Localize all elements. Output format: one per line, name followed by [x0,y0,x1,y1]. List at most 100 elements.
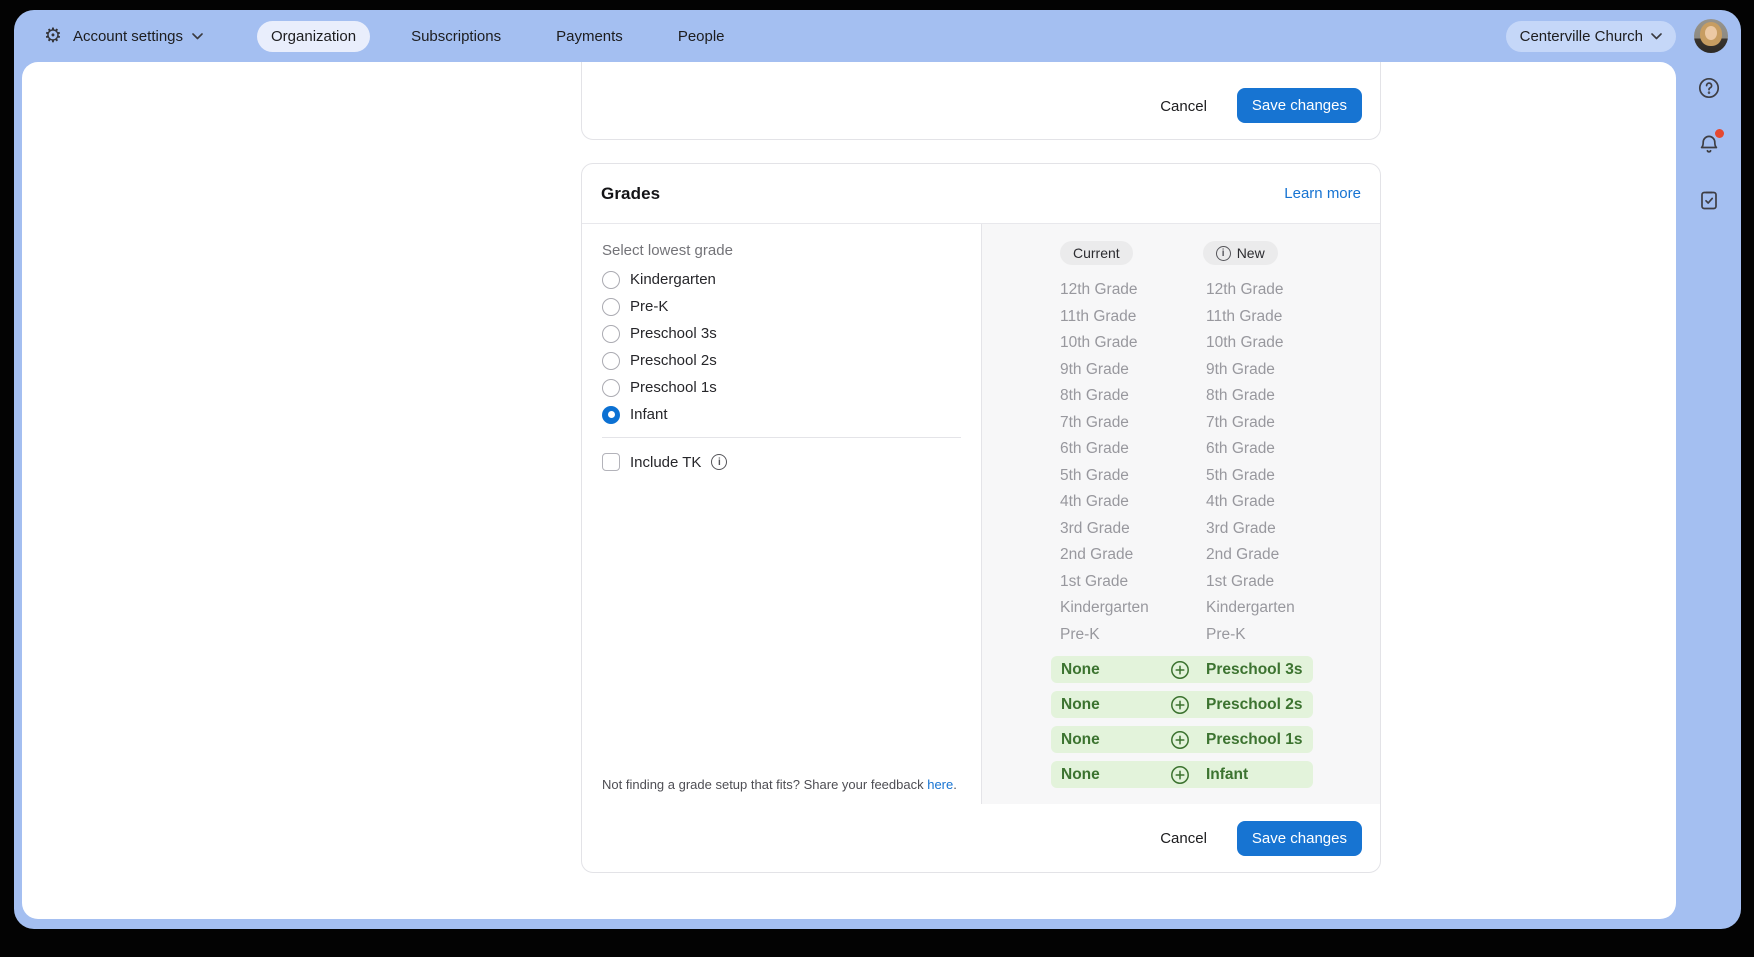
feedback-here-link[interactable]: here [927,777,953,792]
radio-option-preschool-3s[interactable]: Preschool 3s [602,320,961,347]
tab-people[interactable]: People [664,21,739,52]
new-grade: 10th Grade [1206,330,1284,357]
learn-more-link[interactable]: Learn more [1284,185,1361,202]
grade-row: 8th Grade8th Grade [982,383,1380,410]
include-tk-label: Include TK [630,454,701,471]
plus-circle-icon [1170,660,1190,680]
grades-card-footer: Cancel Save changes [582,804,1380,872]
radio-label: Kindergarten [630,271,716,288]
current-grade: None [1061,691,1100,718]
current-grade: None [1061,761,1100,788]
feedback-note: Not finding a grade setup that fits? Sha… [602,777,957,792]
current-grade: Kindergarten [1060,595,1206,622]
user-avatar[interactable] [1694,19,1728,53]
organization-switcher[interactable]: Centerville Church [1506,21,1676,52]
new-grade: 12th Grade [1206,277,1284,304]
current-grade: 8th Grade [1060,383,1206,410]
grade-row: 6th Grade6th Grade [982,436,1380,463]
current-column-pill: Current [1060,241,1133,265]
radio-label: Pre-K [630,298,668,315]
radio-option-preschool-1s[interactable]: Preschool 1s [602,374,961,401]
feedback-suffix: . [953,777,957,792]
save-changes-button[interactable]: Save changes [1237,88,1362,123]
radio-option-kindergarten[interactable]: Kindergarten [602,266,961,293]
current-grade: 10th Grade [1060,330,1206,357]
help-icon[interactable] [1697,76,1721,100]
new-grade: Preschool 3s [1206,656,1303,683]
column-headers: Current i New [982,241,1380,265]
notification-dot [1715,129,1724,138]
grade-row: Pre-KPre-K [982,622,1380,649]
radio-icon[interactable] [602,271,620,289]
account-settings-label[interactable]: Account settings [73,28,183,45]
radio-option-pre-k[interactable]: Pre-K [602,293,961,320]
new-column-pill: i New [1203,241,1278,265]
grade-comparison-pane: Current i New 12th Grade12th Grade 11th … [982,224,1380,804]
gear-icon: ⚙ [44,26,62,46]
plus-circle-icon [1170,730,1190,750]
new-grade: Preschool 1s [1206,726,1303,753]
radio-option-infant[interactable]: Infant [602,401,961,428]
new-grade: 6th Grade [1206,436,1275,463]
radio-icon-selected[interactable] [602,406,620,424]
save-changes-button[interactable]: Save changes [1237,821,1362,856]
grade-list: 12th Grade12th Grade 11th Grade11th Grad… [982,277,1380,788]
current-grade: 2nd Grade [1060,542,1206,569]
info-icon[interactable]: i [711,454,727,470]
current-grade: 11th Grade [1060,304,1206,331]
new-grade: Preschool 2s [1206,691,1303,718]
radio-label: Infant [630,406,668,423]
grade-row: 3rd Grade3rd Grade [982,516,1380,543]
cancel-button[interactable]: Cancel [1156,90,1211,123]
current-grade: 6th Grade [1060,436,1206,463]
notifications-bell-icon[interactable] [1697,132,1721,156]
radio-icon[interactable] [602,325,620,343]
new-grade: 7th Grade [1206,410,1275,437]
right-icon-rail [1677,62,1741,212]
tab-organization[interactable]: Organization [257,21,370,52]
current-grade: Pre-K [1060,622,1206,649]
grade-row: KindergartenKindergarten [982,595,1380,622]
grade-mapping-row: None Preschool 1s [1051,726,1313,753]
grade-row: 12th Grade12th Grade [982,277,1380,304]
grade-row: 2nd Grade2nd Grade [982,542,1380,569]
divider [602,437,961,438]
radio-label: Preschool 2s [630,352,717,369]
grade-mapping-row: None Preschool 3s [1051,656,1313,683]
radio-option-preschool-2s[interactable]: Preschool 2s [602,347,961,374]
tab-payments[interactable]: Payments [542,21,637,52]
previous-settings-card: Cancel Save changes [581,62,1381,140]
tab-subscriptions[interactable]: Subscriptions [397,21,515,52]
radio-icon[interactable] [602,379,620,397]
include-tk-checkbox[interactable] [602,453,620,471]
lowest-grade-selector-pane: Select lowest grade Kindergarten Pre-K P… [582,224,982,804]
info-icon[interactable]: i [1216,246,1231,261]
select-lowest-grade-label: Select lowest grade [602,242,961,259]
plus-circle-icon [1170,695,1190,715]
new-grade: 9th Grade [1206,357,1275,384]
radio-icon[interactable] [602,352,620,370]
grades-card: Grades Learn more Select lowest grade Ki… [581,163,1381,873]
current-grade: 7th Grade [1060,410,1206,437]
grade-row: 1st Grade1st Grade [982,569,1380,596]
plus-circle-icon [1170,765,1190,785]
tasks-clipboard-icon[interactable] [1697,188,1721,212]
radio-icon[interactable] [602,298,620,316]
current-grade: 12th Grade [1060,277,1206,304]
current-grade: 4th Grade [1060,489,1206,516]
new-grade: Pre-K [1206,622,1246,649]
organization-name: Centerville Church [1520,28,1643,45]
current-grade: 1st Grade [1060,569,1206,596]
cancel-button[interactable]: Cancel [1156,822,1211,855]
new-grade: 11th Grade [1206,304,1282,331]
grades-card-header: Grades Learn more [582,164,1380,224]
new-grade: Infant [1206,761,1248,788]
current-grade: 3rd Grade [1060,516,1206,543]
grade-row: 4th Grade4th Grade [982,489,1380,516]
grade-row: 5th Grade5th Grade [982,463,1380,490]
chevron-down-icon[interactable] [192,33,203,40]
grade-row: 10th Grade10th Grade [982,330,1380,357]
current-column-label: Current [1073,245,1120,261]
new-grade: 8th Grade [1206,383,1275,410]
include-tk-option[interactable]: Include TK i [602,453,961,471]
